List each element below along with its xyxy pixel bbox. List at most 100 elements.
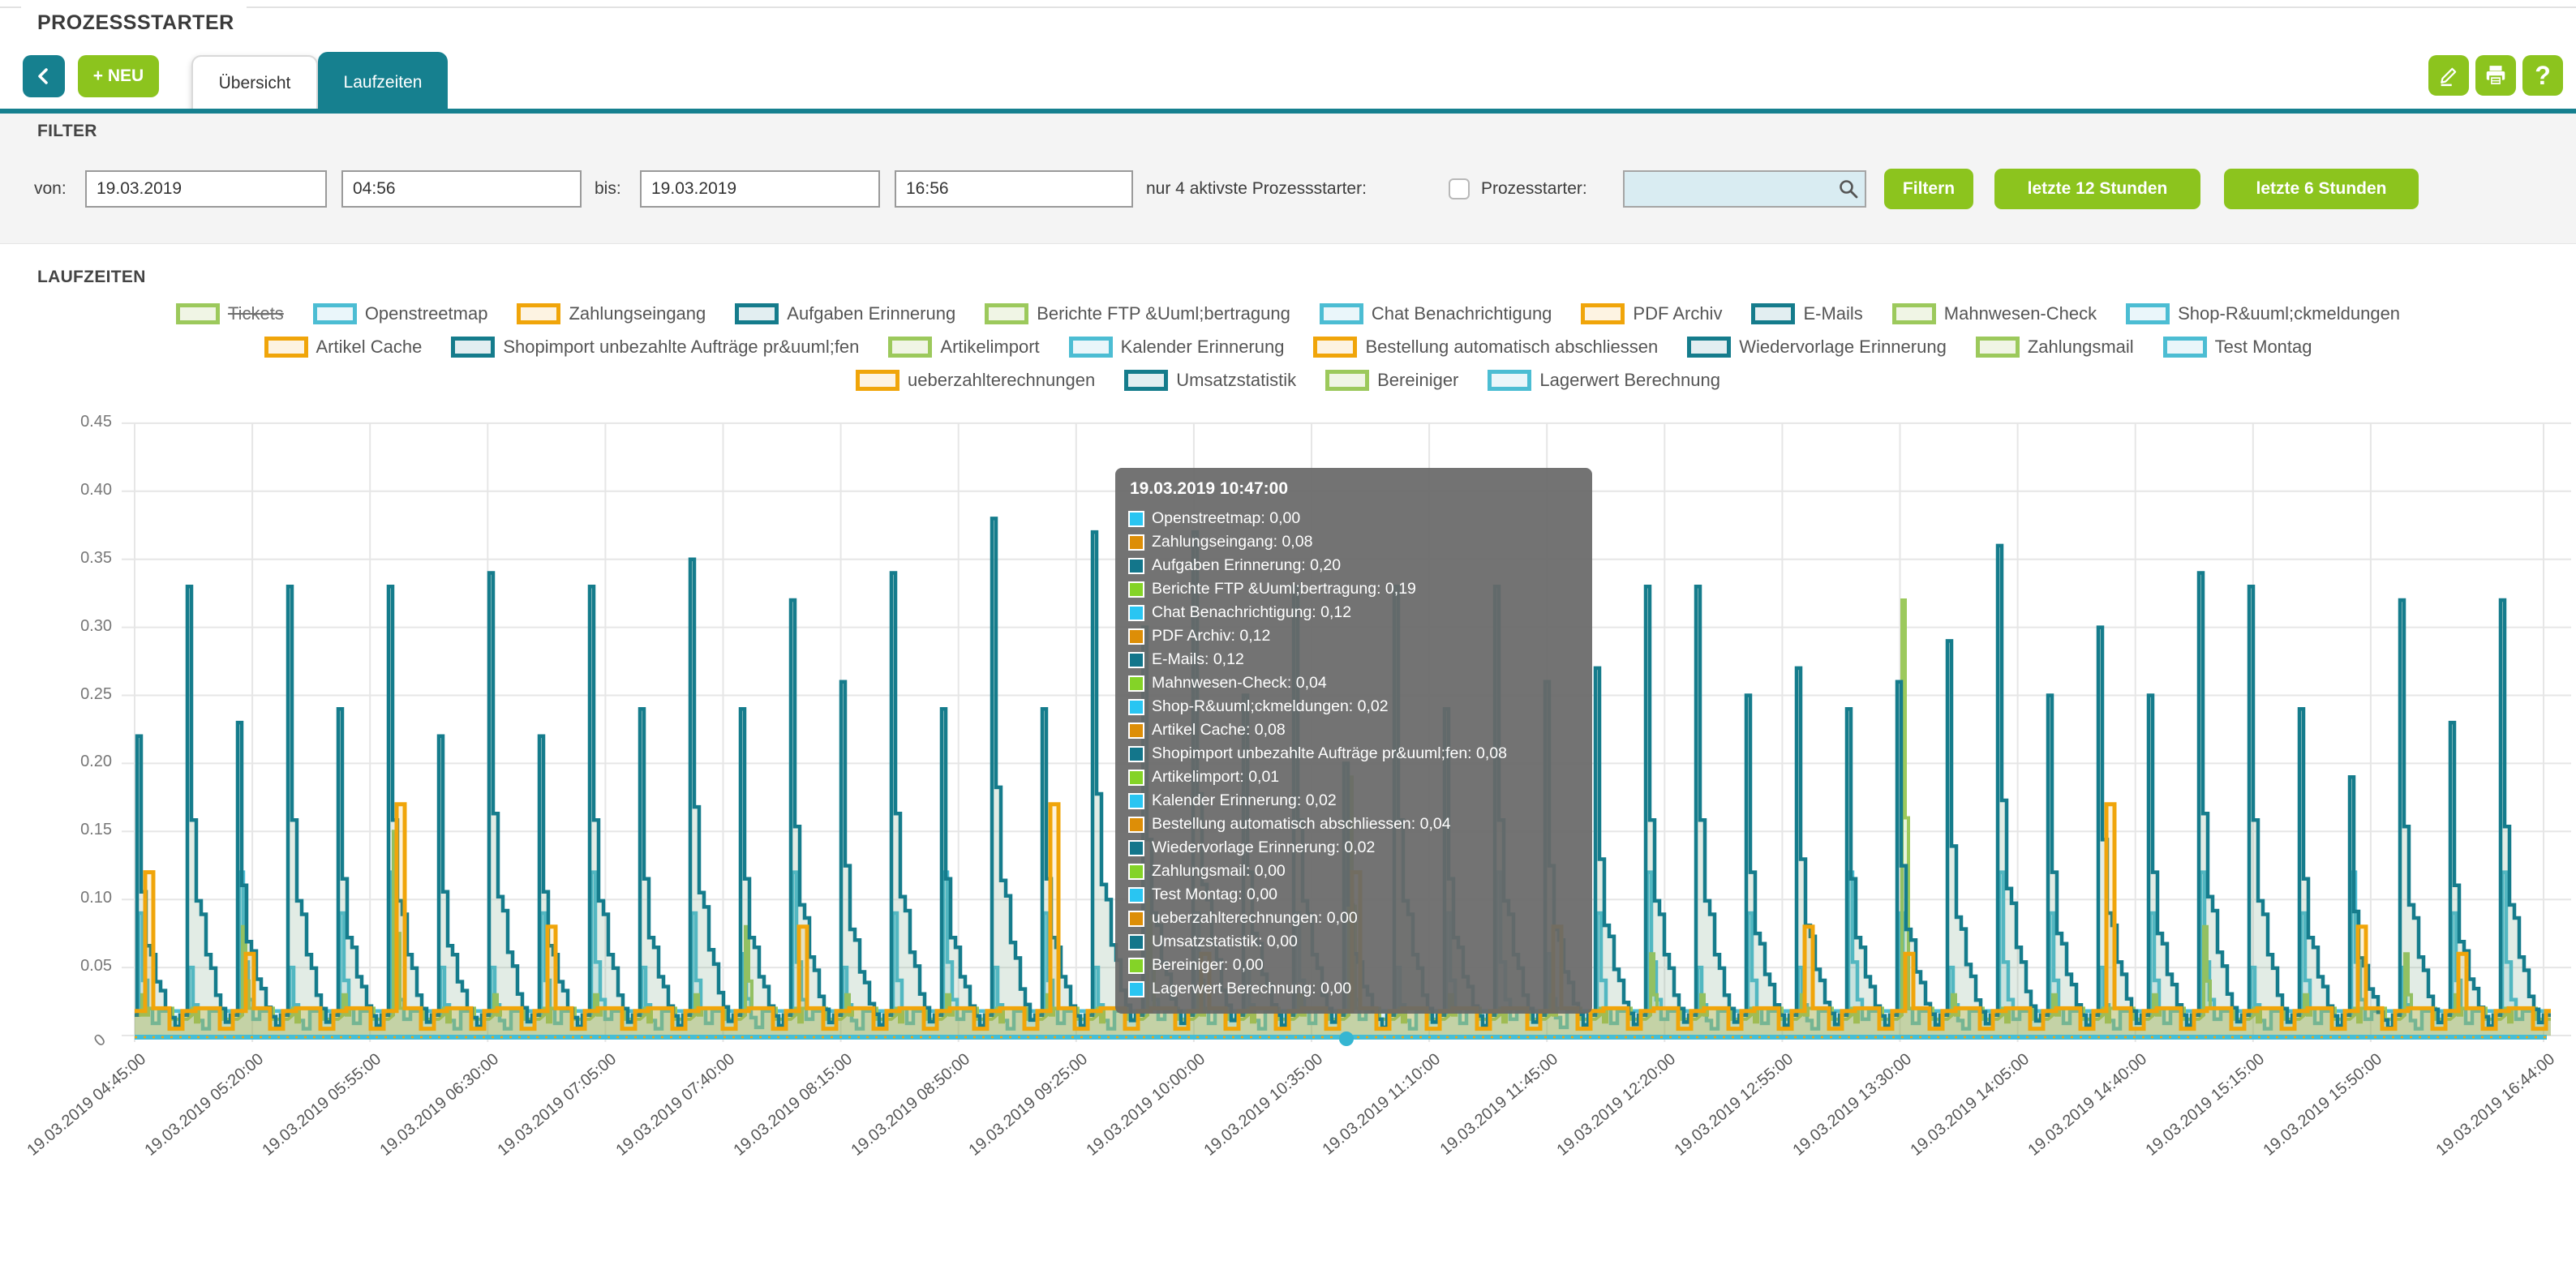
prozessstarter-search-input[interactable]: [1623, 170, 1866, 208]
new-button[interactable]: + NEU: [78, 55, 159, 97]
y-tick-label: 0.05: [47, 957, 112, 976]
legend-item[interactable]: Bereiniger: [1325, 370, 1458, 391]
legend-item[interactable]: Test Montag: [2163, 337, 2312, 358]
legend-label: Openstreetmap: [365, 303, 488, 324]
legend-item[interactable]: Openstreetmap: [313, 303, 488, 324]
legend-item[interactable]: Shop-R&uuml;ckmeldungen: [2126, 303, 2400, 324]
legend-item[interactable]: PDF Archiv: [1581, 303, 1722, 324]
tooltip-entry-text: Artikel Cache: 0,08: [1152, 721, 1286, 740]
legend-item[interactable]: Lagerwert Berechnung: [1488, 370, 1720, 391]
legend-label: Umsatzstatistik: [1176, 370, 1296, 391]
legend-swatch-icon: [1751, 303, 1795, 324]
y-tick-label: 0.30: [47, 617, 112, 636]
legend-item[interactable]: Shopimport unbezahlte Aufträge pr&uuml;f…: [451, 337, 859, 358]
von-date-field[interactable]: [85, 170, 327, 208]
legend-label: Artikelimport: [940, 337, 1039, 358]
tooltip-entry: Chat Benachrichtigung: 0,12: [1128, 601, 1579, 624]
legend-item[interactable]: E-Mails: [1751, 303, 1862, 324]
tooltip-entry: Artikelimport: 0,01: [1128, 766, 1579, 789]
chevron-left-icon: [33, 66, 54, 87]
tooltip-entry: Bereiniger: 0,00: [1128, 954, 1579, 977]
filtern-button[interactable]: Filtern: [1884, 169, 1973, 209]
legend-label: E-Mails: [1803, 303, 1862, 324]
legend-item[interactable]: Aufgaben Erinnerung: [735, 303, 955, 324]
legend-item[interactable]: Artikelimport: [888, 337, 1039, 358]
back-button[interactable]: [23, 55, 65, 97]
von-time-field[interactable]: [341, 170, 582, 208]
prozessstarter-label: Prozesstarter:: [1481, 170, 1587, 208]
tooltip-series-icon: [1128, 770, 1144, 786]
tab-uebersicht[interactable]: Übersicht: [191, 55, 318, 110]
page-title: PROZESSSTARTER: [37, 11, 234, 35]
prozessstarter-page: { "header": { "title": "PROZESSSTARTER",…: [0, 0, 2576, 1278]
legend-item[interactable]: Berichte FTP &Uuml;bertragung: [985, 303, 1290, 324]
tooltip-entry: Kalender Erinnerung: 0,02: [1128, 789, 1579, 813]
legend-label: Chat Benachrichtigung: [1372, 303, 1552, 324]
legend-item[interactable]: Zahlungseingang: [517, 303, 706, 324]
legend-item[interactable]: Zahlungsmail: [1976, 337, 2134, 358]
chart-tooltip: 19.03.2019 10:47:00 Openstreetmap: 0,00Z…: [1115, 468, 1592, 1014]
only-active-checkbox[interactable]: [1449, 178, 1470, 199]
question-icon: ?: [2535, 61, 2551, 91]
tooltip-entry-text: Artikelimport: 0,01: [1152, 768, 1279, 787]
search-icon: [1837, 178, 1860, 200]
legend-item[interactable]: ueberzahlterechnungen: [856, 370, 1095, 391]
tooltip-series-icon: [1128, 887, 1144, 903]
von-label: von:: [34, 170, 67, 208]
tooltip-entry-text: Shopimport unbezahlte Aufträge pr&uuml;f…: [1152, 744, 1507, 763]
tooltip-entry: Openstreetmap: 0,00: [1128, 507, 1579, 530]
legend-item[interactable]: Chat Benachrichtigung: [1320, 303, 1552, 324]
legend-swatch-icon: [2126, 303, 2170, 324]
legend-item[interactable]: Bestellung automatisch abschliessen: [1313, 337, 1658, 358]
tooltip-series-icon: [1128, 675, 1144, 692]
legend-label: ueberzahlterechnungen: [908, 370, 1095, 391]
y-tick-label: 0.15: [47, 821, 112, 839]
print-button[interactable]: [2475, 55, 2516, 96]
last-12-hours-button[interactable]: letzte 12 Stunden: [1994, 169, 2200, 209]
legend-label: Bestellung automatisch abschliessen: [1365, 337, 1658, 358]
y-zero-label: 0: [91, 1031, 109, 1051]
tooltip-series-icon: [1128, 840, 1144, 856]
y-tick-label: 0.20: [47, 753, 112, 771]
legend-swatch-icon: [888, 337, 932, 358]
legend-label: Mahnwesen-Check: [1944, 303, 2097, 324]
help-button[interactable]: ?: [2522, 55, 2563, 96]
legend-swatch-icon: [313, 303, 357, 324]
tooltip-entry: Aufgaben Erinnerung: 0,20: [1128, 554, 1579, 577]
tooltip-series-icon: [1128, 652, 1144, 668]
prozessstarter-search: [1623, 170, 1866, 208]
legend-label: Kalender Erinnerung: [1121, 337, 1285, 358]
legend-label: Bereiniger: [1377, 370, 1458, 391]
legend-label: Shop-R&uuml;ckmeldungen: [2178, 303, 2400, 324]
legend-swatch-icon: [176, 303, 220, 324]
legend-item[interactable]: Kalender Erinnerung: [1069, 337, 1285, 358]
tooltip-entry: Lagerwert Berechnung: 0,00: [1128, 977, 1579, 1001]
legend-swatch-icon: [1325, 370, 1369, 391]
legend-item[interactable]: Umsatzstatistik: [1124, 370, 1296, 391]
legend-item[interactable]: Artikel Cache: [264, 337, 423, 358]
tooltip-series-icon: [1128, 864, 1144, 880]
tooltip-entry: ueberzahlterechnungen: 0,00: [1128, 907, 1579, 930]
bis-date-field[interactable]: [640, 170, 880, 208]
tooltip-entry: Shop-R&uuml;ckmeldungen: 0,02: [1128, 695, 1579, 718]
tooltip-series-icon: [1128, 723, 1144, 739]
tab-laufzeiten[interactable]: Laufzeiten: [318, 52, 448, 114]
tooltip-entry-text: Aufgaben Erinnerung: 0,20: [1152, 556, 1341, 575]
legend-swatch-icon: [1976, 337, 2020, 358]
tooltip-series-icon: [1128, 958, 1144, 974]
tooltip-entry: Test Montag: 0,00: [1128, 883, 1579, 907]
hover-marker: [1339, 1031, 1354, 1046]
bis-time-field[interactable]: [895, 170, 1133, 208]
edit-button[interactable]: [2428, 55, 2469, 96]
legend-swatch-icon: [1488, 370, 1531, 391]
legend-swatch-icon: [264, 337, 308, 358]
last-6-hours-button[interactable]: letzte 6 Stunden: [2224, 169, 2419, 209]
legend-item[interactable]: Mahnwesen-Check: [1892, 303, 2097, 324]
legend-item[interactable]: Tickets: [176, 303, 284, 324]
tooltip-series-icon: [1128, 558, 1144, 574]
tooltip-series-icon: [1128, 581, 1144, 598]
pencil-icon: [2436, 63, 2461, 88]
tooltip-entry: Berichte FTP &Uuml;bertragung: 0,19: [1128, 577, 1579, 601]
legend-item[interactable]: Wiedervorlage Erinnerung: [1687, 337, 1947, 358]
tooltip-entry-text: Chat Benachrichtigung: 0,12: [1152, 603, 1351, 622]
